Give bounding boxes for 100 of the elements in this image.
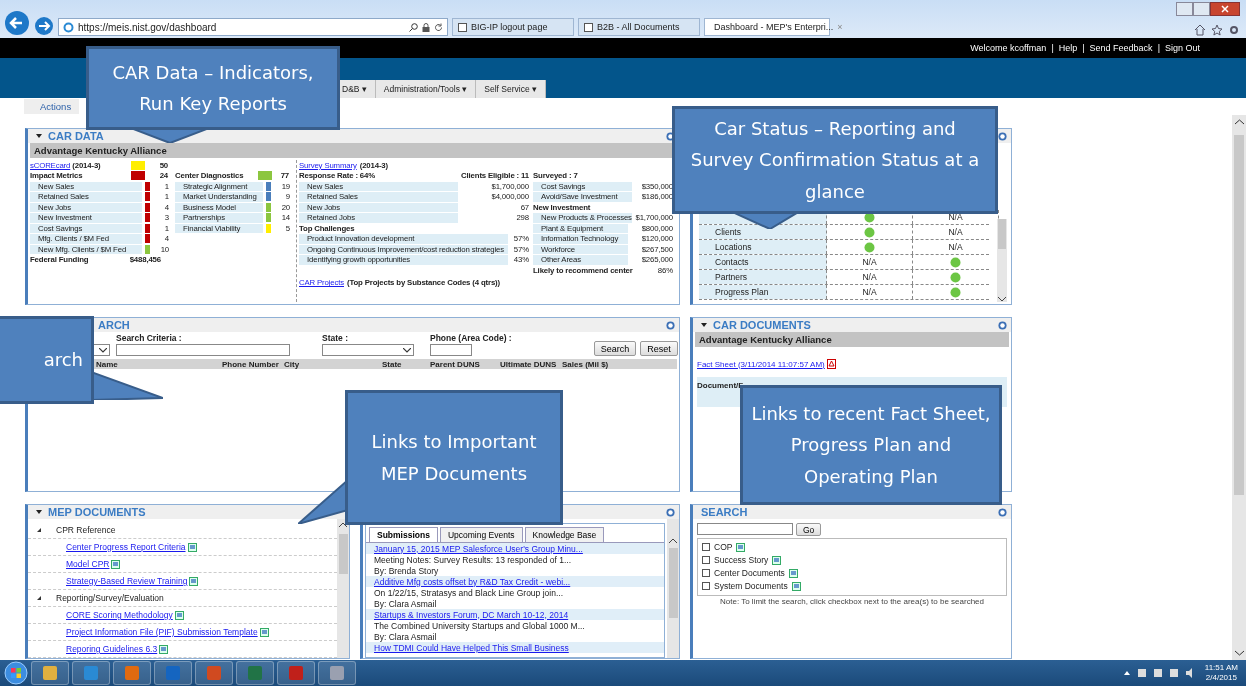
search-form-button[interactable]: Reset <box>640 341 678 356</box>
collapse-caret-icon[interactable] <box>701 323 707 327</box>
checkbox-label: Success Story <box>714 555 769 565</box>
status-text: N/A <box>948 212 963 222</box>
home-star-gear-icons[interactable] <box>1194 24 1240 36</box>
checkbox[interactable] <box>702 556 710 564</box>
news-tab[interactable]: Submissions <box>369 527 438 542</box>
header-link[interactable]: Help <box>1058 43 1078 53</box>
collapse-caret-icon[interactable] <box>36 134 42 138</box>
document-icon <box>772 555 782 565</box>
status-dot-icon <box>950 256 961 268</box>
dropdown-chevron-icon[interactable] <box>99 347 107 353</box>
scrollbar[interactable] <box>667 519 679 658</box>
document-link[interactable]: Center Progress Report Criteria <box>66 542 186 552</box>
clock-time: 11:51 AM <box>1204 663 1238 673</box>
panel-title: CAR DOCUMENTS <box>713 319 811 331</box>
start-button-icon[interactable] <box>4 661 28 685</box>
status-row-label: Locations <box>699 240 827 254</box>
dropdown-chevron-icon[interactable] <box>403 347 411 353</box>
nav-menu[interactable]: Administration/Tools ▾ <box>375 80 477 98</box>
back-icon[interactable] <box>4 10 30 36</box>
forward-icon[interactable] <box>34 16 54 36</box>
checkbox-label: COP <box>714 542 733 552</box>
panel-title: ARCH <box>97 319 130 331</box>
callout: Links to recent Fact Sheet, Progress Plan and Operating Plan <box>740 385 1002 505</box>
scroll-up-icon[interactable] <box>1234 119 1244 125</box>
scroll-thumb[interactable] <box>998 219 1006 249</box>
status-row-label: Contacts <box>699 255 827 269</box>
phone-field[interactable] <box>430 344 472 356</box>
checkbox[interactable] <box>702 569 710 577</box>
actions-menu[interactable]: Actions <box>24 99 80 114</box>
scroll-down-icon[interactable] <box>998 297 1006 302</box>
scroll-up-icon[interactable] <box>669 539 677 544</box>
field-label: Phone (Area Code) : <box>430 333 512 343</box>
news-tab[interactable]: Upcoming Events <box>439 527 523 542</box>
page-icon <box>458 22 467 32</box>
news-tab[interactable]: Knowledge Base <box>524 527 605 542</box>
pdf-icon <box>826 359 836 369</box>
search-field[interactable] <box>697 523 793 535</box>
taskbar-app-icon[interactable] <box>31 661 69 685</box>
expanded-triangle-icon[interactable] <box>36 595 42 601</box>
help-icon[interactable] <box>998 320 1007 330</box>
separator: | <box>1082 43 1085 53</box>
news-author: By: Clara Asmail <box>374 598 437 609</box>
status-text: N/A <box>862 257 877 267</box>
field-label: State : <box>322 333 349 343</box>
header-link[interactable]: Sign Out <box>1164 43 1200 53</box>
fact-sheet-link[interactable]: Fact Sheet (3/11/2014 11:07:57 AM) <box>697 359 825 369</box>
scroll-thumb[interactable] <box>338 534 348 574</box>
address-bar[interactable]: https://meis.nist.gov/dashboard <box>58 18 448 36</box>
scroll-down-icon[interactable] <box>1234 650 1244 656</box>
document-link[interactable]: Project Information File (PIF) Submission Template <box>66 627 258 637</box>
go-button[interactable]: Go <box>796 523 822 536</box>
tree-folder[interactable]: CPR Reference <box>56 525 116 535</box>
organization-name: Advantage Kentucky Alliance <box>695 332 1009 347</box>
search-icon[interactable] <box>409 22 418 32</box>
search-criteria-field[interactable] <box>116 344 290 356</box>
collapse-caret-icon[interactable] <box>36 510 42 514</box>
welcome-text: Welcome kcoffman <box>970 43 1047 53</box>
clock-date: 2/4/2015 <box>1205 673 1237 683</box>
help-icon[interactable] <box>666 320 675 330</box>
window-controls-drawing[interactable] <box>1176 2 1240 16</box>
scroll-thumb[interactable] <box>668 548 678 618</box>
callout-pointer <box>298 480 348 524</box>
page-scrollbar[interactable] <box>1232 115 1246 660</box>
document-icon <box>187 542 197 552</box>
help-icon[interactable] <box>998 131 1007 141</box>
taskbar-app-icon[interactable] <box>318 661 356 685</box>
expanded-triangle-icon[interactable] <box>36 527 42 533</box>
scroll-thumb[interactable] <box>1234 135 1244 495</box>
tree-folder[interactable]: Reporting/Survey/Evaluation <box>56 593 164 603</box>
document-link[interactable]: Reporing Guidelines 6.3 <box>66 644 158 654</box>
page-icon <box>584 22 593 32</box>
status-dot-icon <box>864 226 875 238</box>
browser-tab[interactable]: BIG-IP logout page <box>452 18 574 36</box>
nav-menu[interactable]: Self Service ▾ <box>476 80 546 98</box>
scrollbar[interactable] <box>997 219 1007 302</box>
header-link[interactable]: Send Feedback <box>1089 43 1153 53</box>
scrollbar[interactable] <box>337 519 349 658</box>
help-icon[interactable] <box>666 507 675 517</box>
checkbox[interactable] <box>702 582 710 590</box>
status-text: N/A <box>862 272 877 282</box>
document-icon <box>159 644 169 654</box>
status-text: N/A <box>948 227 963 237</box>
document-link[interactable]: Model CPR <box>66 559 110 569</box>
news-author: By: Brenda Story <box>374 565 439 576</box>
document-icon <box>111 559 121 569</box>
search-note: Note: To limit the search, click checkbox next to the area(s) to be searched <box>720 597 984 606</box>
checkbox[interactable] <box>702 543 710 551</box>
news-author: By: Clara Asmail <box>374 631 437 642</box>
browser-tab[interactable]: B2B - All Documents <box>578 18 700 36</box>
news-summary: On 1/22/15, Stratasys and Black Line Group join... <box>374 587 563 598</box>
document-link[interactable]: CORE Scoring Methodology <box>66 610 173 620</box>
document-icon <box>788 568 798 578</box>
document-link[interactable]: Strategy-Based Review Training <box>66 576 188 586</box>
status-dot-icon <box>864 241 875 253</box>
help-icon[interactable] <box>998 507 1007 517</box>
refresh-icon[interactable] <box>434 22 443 32</box>
search-form-button[interactable]: Search <box>593 341 637 356</box>
status-row-label: Partners <box>699 270 827 284</box>
